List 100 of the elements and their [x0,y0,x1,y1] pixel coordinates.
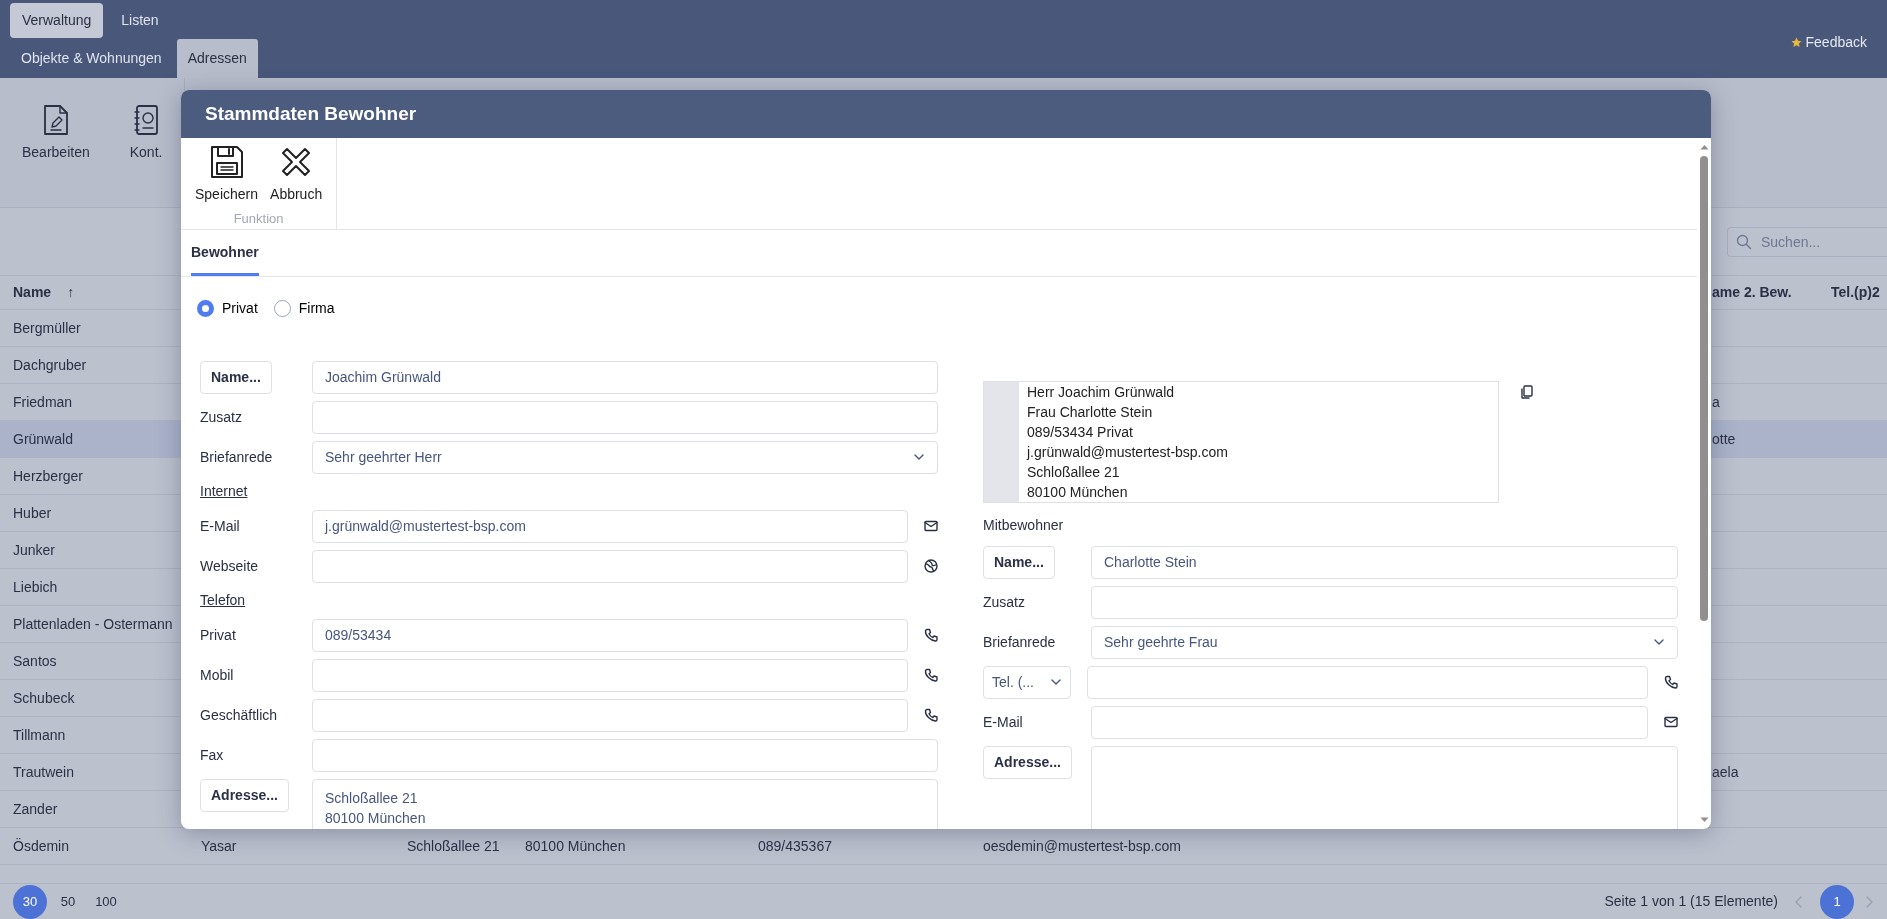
tab[interactable]: Bewohner [191,242,259,276]
phone-icon[interactable] [924,708,938,722]
page-size-option[interactable]: 50 [51,884,85,919]
radio-option[interactable]: Privat [197,297,258,319]
column-header[interactable]: ame 2. Bew. [1712,282,1792,303]
table-cell-text: Dachgruber [13,355,88,375]
input-field[interactable] [312,400,938,434]
field-label: Privat [200,626,236,643]
table-cell-text: 089/435367 [758,836,833,856]
document-edit-icon [41,104,70,136]
nav-tab[interactable]: Objekte & Wohnungen [10,39,173,78]
group-label: Funktion [233,210,284,228]
section-heading: Internet [200,482,249,501]
table-cell-text: Trautwein [13,762,75,782]
page-size-option[interactable]: 30 [13,884,47,919]
table-cell-text: otte [1712,429,1737,449]
input-field[interactable]: Charlotte Stein [1091,545,1678,579]
table-cell-text: Herzberger [13,466,85,486]
table-cell-text: Zander [13,799,59,819]
toolbar-button[interactable]: Abbruch [264,144,329,205]
dialog-title: Stammdaten Bewohner [181,90,1711,138]
table-cell-text: Schloßallee 21 [407,836,501,856]
toolbar-button[interactable]: Speichern [189,144,265,205]
phone-icon[interactable] [1664,675,1678,689]
page-size-option[interactable]: 100 [89,884,123,919]
label-button[interactable]: Name... [983,545,1055,579]
table-cell-text: oesdemin@mustertest-bsp.com [983,836,1182,856]
input-field[interactable] [1091,705,1648,739]
search-icon [1736,233,1752,250]
column-header[interactable]: Name [13,282,52,303]
table-cell-text: Friedman [13,392,74,412]
search-field[interactable]: Suchen... [1727,226,1887,257]
mail-icon[interactable] [1664,716,1678,728]
field-label: Webseite [200,557,259,574]
table-cell-text: Ösdemin [13,836,71,856]
section-heading: Telefon [200,591,247,610]
input-field[interactable]: Joachim Grünwald [312,360,938,394]
phone-icon[interactable] [924,628,938,642]
table-cell-text: Plattenladen - Ostermann [13,614,174,634]
summary-line: 089/53434 Privat [1027,423,1134,442]
input-field[interactable]: j.grünwald@mustertest-bsp.com [312,509,908,543]
scroll-up-arrow-icon[interactable] [1699,144,1709,150]
address-field[interactable]: Schloßallee 21 80100 München [312,779,938,829]
feedback-link[interactable]: Feedback [1805,32,1867,53]
input-field[interactable] [1087,665,1648,699]
chevron-down-icon [1050,678,1062,686]
column-header[interactable]: Tel.(p)2 [1831,282,1880,303]
radio-option[interactable]: Firma [273,297,335,319]
menu-tab[interactable]: Listen [109,2,171,38]
field-label: Briefanrede [983,633,1056,650]
table-cell-text: Huber [13,503,53,523]
type-select[interactable]: Tel. (... [983,665,1071,699]
input-field[interactable] [312,658,908,692]
summary-line: Herr Joachim Grünwald [1027,383,1176,402]
field-label: Fax [200,746,224,763]
table-cell-text: Schubeck [13,688,76,708]
page-summary: Seite 1 von 1 (15 Elemente) [1604,892,1778,911]
table-cell-text: aela [1712,762,1740,782]
table-cell-text: Junker [13,540,57,560]
chevron-down-icon [1653,638,1665,646]
save-icon [208,144,245,180]
globe-icon[interactable] [924,559,938,573]
chevron-left-icon[interactable] [1794,894,1804,909]
ribbon-button[interactable]: Bearbeiten [10,100,102,207]
input-field[interactable] [1091,585,1678,619]
input-field[interactable]: 089/53434 [312,618,908,652]
mail-icon[interactable] [924,520,938,532]
table-cell-text: Tillmann [13,725,67,745]
table-cell-text: Santos [13,651,58,671]
table-cell-text: 80100 München [525,836,627,856]
label-button[interactable]: Name... [200,360,272,394]
table-cell-text: Bergmüller [13,318,82,338]
scrollbar-thumb[interactable] [1700,156,1708,621]
label-button[interactable]: Adresse... [200,779,289,812]
label-button[interactable]: Adresse... [983,746,1072,779]
summary-line: 80100 München [1027,483,1129,502]
input-field[interactable] [312,549,908,583]
scroll-down-arrow-icon[interactable] [1699,817,1709,823]
input-field[interactable] [312,698,908,732]
menu-tab[interactable]: Verwaltung [10,2,104,38]
section-heading: Mitbewohner [983,516,1065,535]
copy-icon[interactable] [1521,385,1533,399]
select-field[interactable]: Sehr geehrte Frau [1091,625,1678,659]
select-field[interactable]: Sehr geehrter Herr [312,440,938,474]
page-button[interactable]: 1 [1820,884,1854,919]
input-field[interactable] [312,738,938,772]
star-icon [1790,37,1802,48]
table-cell-text: a [1712,392,1721,412]
table-cell-text: Grünwald [13,429,74,449]
field-label: E-Mail [983,713,1023,730]
sort-arrow: ↑ [67,283,75,302]
summary-line: Frau Charlotte Stein [1027,403,1154,422]
phone-icon[interactable] [924,668,938,682]
field-label: Zusatz [200,408,242,425]
field-label: Mobil [200,666,234,683]
ribbon-button[interactable]: Kont. [117,100,175,207]
field-label: Briefanrede [200,448,273,465]
nav-tab[interactable]: Adressen [176,39,258,78]
chevron-right-icon[interactable] [1864,894,1874,909]
field-label: Geschäftlich [200,706,278,723]
